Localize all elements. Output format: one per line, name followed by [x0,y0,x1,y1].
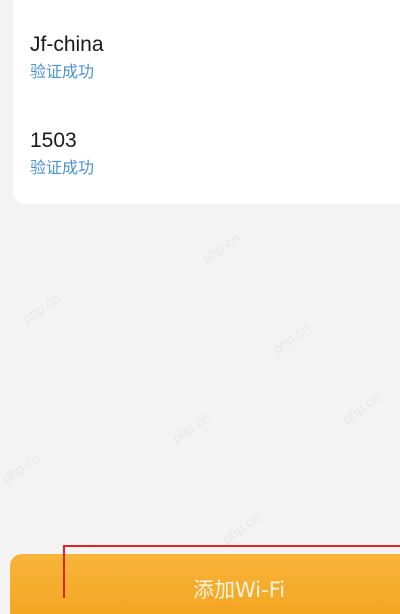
wifi-network-status: 验证成功 [30,158,95,177]
wifi-list-item[interactable]: Jf-china 验证成功 [30,33,104,81]
wifi-list-item[interactable]: 1503 验证成功 [30,129,94,177]
add-wifi-button[interactable]: 添加Wi-Fi [10,554,400,614]
watermark: php.cn [339,389,383,427]
watermark: php.cn [169,409,213,447]
watermark: php.cn [0,449,43,487]
watermark: php.cn [219,509,263,547]
add-wifi-label: 添加Wi-Fi [193,578,286,602]
watermark: php.cn [19,289,63,327]
watermark: php.cn [269,319,313,357]
wifi-network-name: 1503 [30,129,77,152]
wifi-list-card: Jf-china 验证成功 1503 验证成功 [13,0,400,204]
watermark: php.cn [199,229,243,267]
wifi-network-name: Jf-china [30,33,104,56]
wifi-network-status: 验证成功 [30,62,95,81]
